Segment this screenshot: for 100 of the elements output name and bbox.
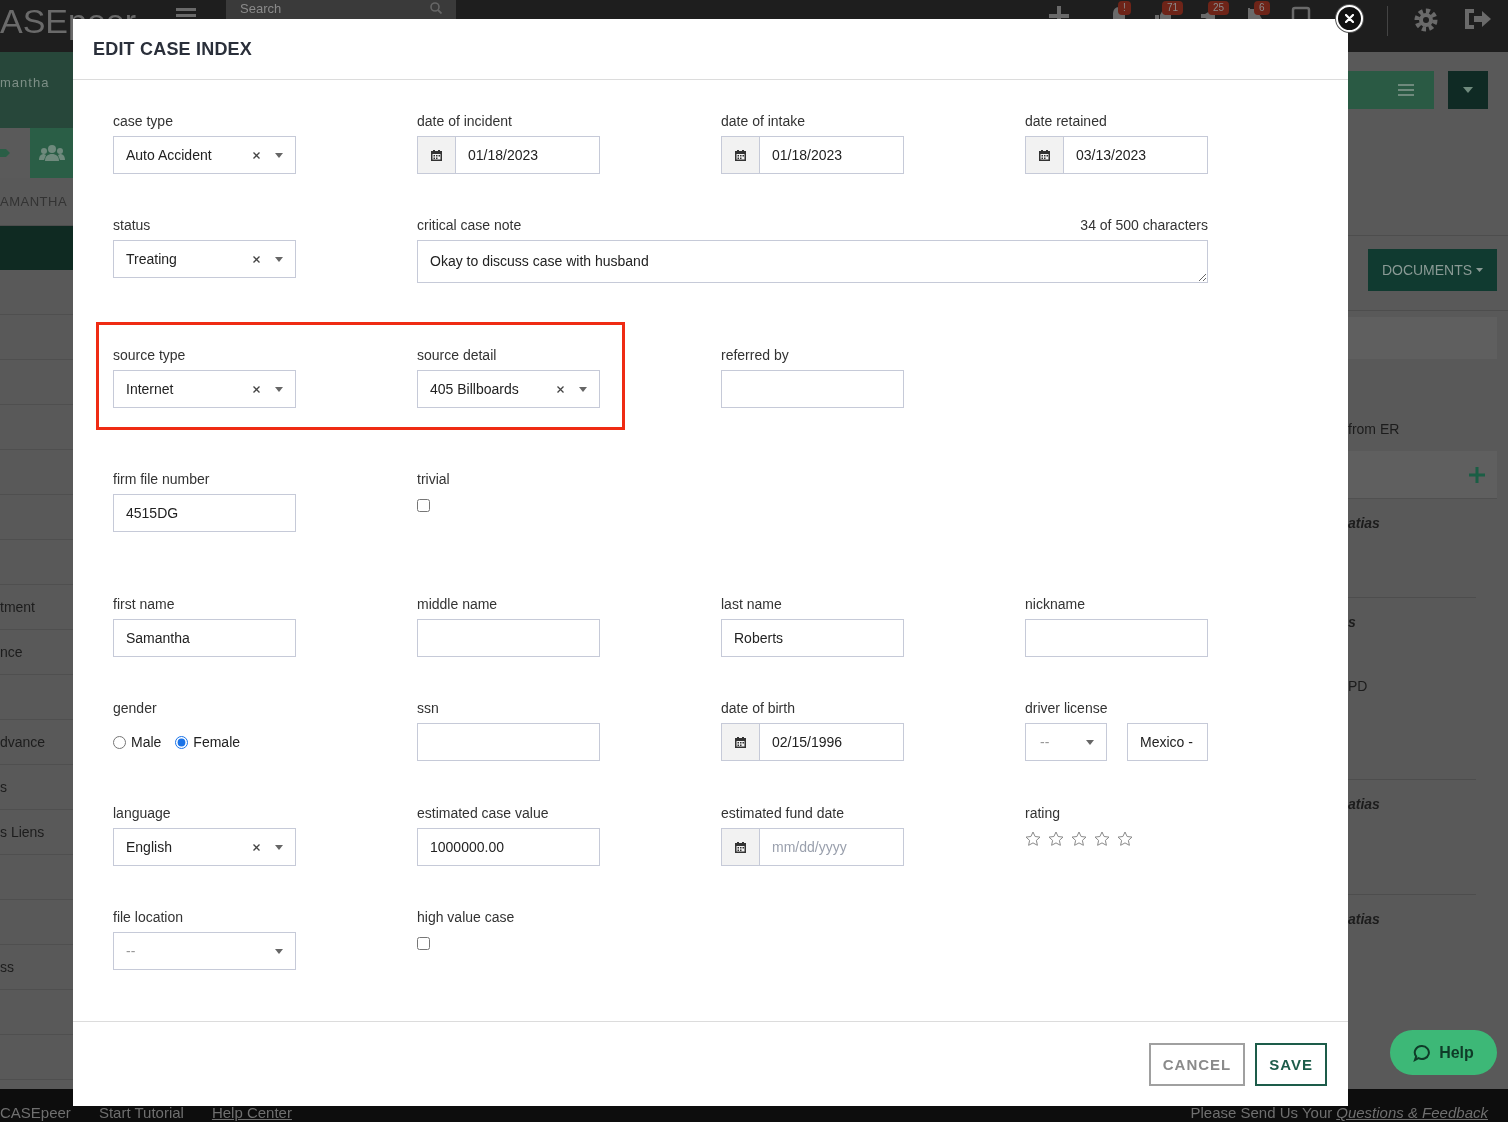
- field-label: rating: [1025, 805, 1062, 821]
- footer-link[interactable]: Help Center: [211, 1104, 292, 1122]
- date-field[interactable]: 02/15/1996: [721, 723, 904, 761]
- author-name: s: [1348, 614, 1357, 632]
- calendar-icon: [735, 736, 746, 748]
- field-label: critical case note: [417, 217, 522, 233]
- select-field[interactable]: Internet: [113, 370, 296, 408]
- input-field[interactable]: [1025, 619, 1208, 657]
- date-field[interactable]: mm/dd/yyyy: [721, 828, 904, 866]
- field-label: referred by: [721, 347, 790, 363]
- input-field[interactable]: Roberts: [721, 619, 904, 657]
- footer-link[interactable]: Start Tutorial: [98, 1104, 184, 1122]
- date-input[interactable]: 01/18/2023: [760, 137, 903, 173]
- menu-icon: [1398, 83, 1414, 97]
- calendar-icon: [1039, 149, 1050, 161]
- field-label: status: [113, 217, 152, 233]
- radio-button[interactable]: [175, 735, 189, 749]
- clear-icon[interactable]: [253, 843, 260, 851]
- field-label: last name: [721, 596, 783, 612]
- caret-icon: [1463, 87, 1473, 93]
- caret-icon: [275, 844, 283, 850]
- settings-icon[interactable]: [1412, 6, 1440, 34]
- caret-icon: [1086, 739, 1094, 745]
- help-button[interactable]: Help: [1390, 1030, 1497, 1075]
- clear-icon[interactable]: [253, 151, 260, 159]
- field-label: estimated case value: [417, 805, 550, 821]
- count-badge: !: [1118, 1, 1131, 15]
- field-label: estimated fund date: [721, 805, 845, 821]
- input-field[interactable]: [417, 619, 600, 657]
- caret-icon: [275, 948, 283, 954]
- radio-button[interactable]: [113, 735, 126, 749]
- count-badge: 71: [1162, 1, 1184, 15]
- input-field[interactable]: Mexico -: [1127, 723, 1208, 761]
- date-input[interactable]: 01/18/2023: [456, 137, 599, 173]
- date-input[interactable]: mm/dd/yyyy: [760, 829, 903, 865]
- note-text: PD: [1348, 678, 1369, 696]
- select-field[interactable]: English: [113, 828, 296, 866]
- field-label: date of incident: [417, 113, 513, 129]
- documents-button[interactable]: DOCUMENTS: [1368, 249, 1497, 291]
- calendar-icon: [431, 149, 442, 161]
- input-field[interactable]: Samantha: [113, 619, 296, 657]
- field-label: driver license: [1025, 700, 1109, 716]
- feedback-link[interactable]: Questions & Feedback: [1336, 1104, 1488, 1122]
- radio-label: Female: [193, 734, 241, 750]
- calendar-icon: [735, 149, 746, 161]
- radio-label: Male: [131, 734, 162, 750]
- field-label: date of birth: [721, 700, 796, 716]
- caret-icon: [275, 386, 283, 392]
- caret-icon: [275, 256, 283, 262]
- date-field[interactable]: 01/18/2023: [721, 136, 904, 174]
- logout-icon[interactable]: [1462, 6, 1492, 32]
- people-icon[interactable]: [38, 143, 65, 163]
- select-field[interactable]: Treating: [113, 240, 296, 278]
- save-button[interactable]: SAVE: [1255, 1042, 1327, 1086]
- star-icon[interactable]: [1071, 831, 1087, 847]
- calendar-icon: [735, 841, 746, 853]
- checkbox[interactable]: [417, 937, 430, 950]
- menu-button[interactable]: [1348, 71, 1434, 109]
- star-icon[interactable]: [1025, 831, 1041, 847]
- field-label: gender: [113, 700, 158, 716]
- footer-brand: CASEpeer: [0, 1104, 71, 1122]
- field-label: firm file number: [113, 471, 211, 487]
- field-label: case type: [113, 113, 174, 129]
- field-label: date of intake: [721, 113, 807, 129]
- footer-text: Please Send Us Your: [1190, 1104, 1333, 1122]
- date-field[interactable]: 03/13/2023: [1025, 136, 1208, 174]
- input-field[interactable]: 1000000.00: [417, 828, 600, 866]
- character-counter: 34 of 500 characters: [1080, 217, 1208, 233]
- star-icon[interactable]: [1117, 831, 1133, 847]
- select-field[interactable]: 405 Billboards: [417, 370, 600, 408]
- caret-icon: [579, 386, 587, 392]
- input-field[interactable]: [721, 370, 904, 408]
- field-label: language: [113, 805, 172, 821]
- clear-icon[interactable]: [253, 385, 260, 393]
- date-input[interactable]: 03/13/2023: [1064, 137, 1207, 173]
- clear-icon[interactable]: [253, 255, 260, 263]
- close-button[interactable]: [1336, 5, 1363, 32]
- caret-icon: [275, 152, 283, 158]
- author-name: atias: [1348, 796, 1381, 814]
- star-icon[interactable]: [1094, 831, 1110, 847]
- clear-icon[interactable]: [557, 385, 564, 393]
- author-name: atias: [1348, 515, 1381, 533]
- count-badge: 6: [1254, 1, 1270, 15]
- text-area[interactable]: Okay to discuss case with husband: [417, 240, 1208, 283]
- field-label: trivial: [417, 471, 451, 487]
- select-field[interactable]: Auto Accident: [113, 136, 296, 174]
- author-name: atias: [1348, 911, 1381, 929]
- chat-icon: [1413, 1043, 1432, 1062]
- field-label: middle name: [417, 596, 499, 612]
- date-field[interactable]: 01/18/2023: [417, 136, 600, 174]
- star-icon[interactable]: [1048, 831, 1064, 847]
- input-field[interactable]: [417, 723, 600, 761]
- date-input[interactable]: 02/15/1996: [760, 724, 903, 760]
- field-label: high value case: [417, 909, 516, 925]
- field-label: source type: [113, 347, 187, 363]
- dialog-title: EDIT CASE INDEX: [93, 38, 253, 60]
- field-label: first name: [113, 596, 176, 612]
- field-label: ssn: [417, 700, 440, 716]
- checkbox[interactable]: [417, 499, 430, 512]
- input-field[interactable]: 4515DG: [113, 494, 296, 532]
